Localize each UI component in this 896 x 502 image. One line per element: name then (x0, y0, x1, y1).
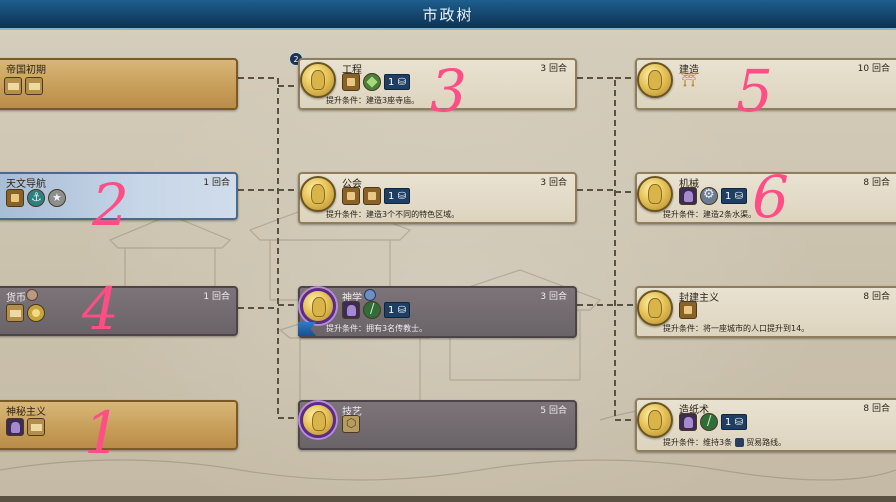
boost-count: 1 (388, 304, 395, 316)
temple-icon[interactable] (363, 301, 381, 319)
turns-label: 5 回合 (540, 406, 567, 416)
policy-card-icon[interactable] (25, 77, 43, 95)
boost-condition-text: 提升条件：维持3条 (663, 438, 733, 447)
civic-card-guilds[interactable]: 公会 3 回合 1 ⛁ 提升条件：建造3个不同的特色区域。 (298, 172, 577, 224)
page-title: 市政树 (422, 5, 474, 24)
building-icon[interactable] (342, 187, 360, 205)
gold-coin-icon[interactable] (27, 304, 45, 322)
boost-condition: 提升条件：拥有3名传教士。 (326, 324, 428, 333)
policy-card-icon[interactable] (27, 418, 45, 436)
civic-unlocks (6, 189, 66, 207)
wonder-icon[interactable] (342, 415, 360, 433)
turns-label: 8 回合 (863, 178, 890, 188)
unit-icon[interactable] (679, 187, 697, 205)
turns-label: 3 回合 (540, 178, 567, 188)
turns-label: 8 回合 (863, 404, 890, 414)
boost-badge: 1 ⛁ (721, 414, 747, 430)
civic-card-crafts[interactable]: 技艺 5 回合 (298, 400, 577, 450)
boost-count: 1 (388, 190, 395, 202)
annotation-mark: 2 (92, 171, 129, 239)
civic-medallion-icon (300, 402, 336, 438)
civic-unlocks (6, 418, 45, 436)
civic-name: 天文导航 (6, 179, 46, 190)
book-icon: ⛁ (397, 304, 406, 316)
book-icon: ⛁ (734, 190, 743, 202)
turns-label: 3 回合 (540, 292, 567, 302)
civic-unlocks (342, 415, 360, 433)
civic-unlocks: 1 ⛁ (342, 187, 410, 205)
turns-label: 8 回合 (863, 292, 890, 302)
boost-badge: 1 ⛁ (384, 302, 410, 318)
policy-card-icon[interactable] (4, 77, 22, 95)
annotation-mark: 3 (430, 57, 467, 125)
boost-condition: 提升条件：建造3座寺庙。 (326, 96, 420, 105)
eureka-icon (364, 289, 376, 301)
civic-medallion-icon (637, 290, 673, 326)
market-icon[interactable] (6, 304, 24, 322)
boost-count: 1 (388, 76, 395, 88)
religious-unit-icon[interactable] (6, 418, 24, 436)
civic-name: 帝国初期 (6, 65, 46, 76)
civic-card-paper[interactable]: 造纸术 8 回合 1 ⛁ 提升条件：维持3条 贸易路线。 (635, 398, 896, 452)
builder-icon[interactable] (700, 413, 718, 431)
religious-unit-icon[interactable] (342, 301, 360, 319)
trade-route-icon (734, 438, 744, 447)
title-bar: 市政树 (0, 0, 896, 30)
boost-condition: 提升条件：建造2条水渠。 (663, 210, 757, 219)
civic-unlocks (6, 304, 45, 322)
boost-badge: 1 ⛁ (721, 188, 747, 204)
unit-icon[interactable] (679, 413, 697, 431)
anchor-icon[interactable] (27, 189, 45, 207)
boost-count: 1 (725, 190, 732, 202)
turns-label: 1 回合 (203, 292, 230, 302)
turns-label: 1 回合 (203, 178, 230, 188)
advisor-avatar-icon (26, 289, 38, 301)
civic-name: 神秘主义 (6, 407, 46, 418)
civic-medallion-icon (300, 288, 336, 324)
boost-condition: 提升条件：建造3个不同的特色区域。 (326, 210, 460, 219)
unit-icon[interactable] (6, 189, 24, 207)
wonder-icon[interactable] (679, 72, 698, 91)
building-icon[interactable] (342, 73, 360, 91)
book-icon: ⛁ (397, 190, 406, 202)
civic-unlocks (679, 301, 697, 319)
civic-unlocks: 1 ⛁ (342, 301, 410, 319)
boost-condition-tail: 贸易路线。 (746, 438, 787, 447)
building-icon[interactable] (363, 187, 381, 205)
building-icon[interactable] (679, 301, 697, 319)
civic-card-currency[interactable]: 货币 1 回合 (0, 286, 238, 336)
civic-unlocks: 1 ⛁ (342, 73, 410, 91)
civic-medallion-icon (300, 62, 336, 98)
book-icon: ⛁ (734, 416, 743, 428)
civic-unlocks (679, 72, 698, 91)
annotation-mark: 4 (82, 275, 119, 343)
book-icon: ⛁ (397, 76, 406, 88)
civic-medallion-icon (637, 402, 673, 438)
gear-icon[interactable] (700, 187, 718, 205)
civic-medallion-icon (637, 62, 673, 98)
boost-badge: 1 ⛁ (384, 74, 410, 90)
boost-badge: 1 ⛁ (384, 188, 410, 204)
civic-medallion-icon (637, 176, 673, 212)
civic-medallion-icon (300, 176, 336, 212)
civic-name: 货币 (6, 293, 26, 304)
turns-label: 3 回合 (540, 64, 567, 74)
civic-unlocks (4, 77, 43, 95)
annotation-mark: 1 (84, 399, 121, 467)
civic-card-theology[interactable]: 神学 3 回合 1 ⛁ 提升条件：拥有3名传教士。 (298, 286, 577, 338)
annotation-mark: 6 (752, 163, 789, 231)
civic-card-early-empire[interactable]: 帝国初期 (0, 58, 238, 110)
boost-condition: 提升条件：维持3条 贸易路线。 (663, 437, 786, 448)
boost-count: 1 (725, 416, 732, 428)
boost-condition: 提升条件：将一座城市的人口提升到14。 (663, 324, 810, 333)
star-icon[interactable] (48, 189, 66, 207)
bottom-edge (0, 496, 896, 502)
annotation-mark: 5 (736, 57, 773, 125)
district-icon[interactable] (363, 73, 381, 91)
civic-unlocks: 1 ⛁ (679, 187, 747, 205)
turns-label: 10 回合 (857, 64, 890, 74)
civic-unlocks: 1 ⛁ (679, 413, 747, 431)
civic-card-feudalism[interactable]: 封建主义 8 回合 提升条件：将一座城市的人口提升到14。 (635, 286, 896, 338)
